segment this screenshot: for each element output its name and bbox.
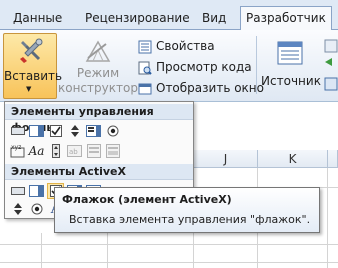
tab-view[interactable]: Вид: [197, 7, 231, 30]
properties-icon: [138, 40, 152, 54]
form-controls-header: Элементы управления формы: [5, 104, 193, 134]
view-code-icon: [138, 61, 152, 75]
view-code-button[interactable]: Просмотр кода: [138, 58, 252, 76]
grid-line: [0, 244, 338, 245]
form-button-icon[interactable]: [9, 123, 26, 139]
insert-controls-button[interactable]: Вставить ▼: [3, 33, 63, 99]
form-spinner-icon[interactable]: [66, 123, 83, 139]
form-label-icon[interactable]: Aa: [28, 143, 45, 159]
view-code-label: Просмотр кода: [156, 60, 252, 74]
activex-header: Элементы ActiveX: [5, 164, 193, 180]
form-combo-list-edit-icon: [85, 143, 102, 159]
tab-review[interactable]: Рецензирование: [80, 7, 195, 30]
form-group-box-icon[interactable]: xyz: [9, 143, 26, 159]
insert-label: Вставить: [4, 69, 63, 83]
tools-icon: [20, 38, 43, 63]
properties-button[interactable]: Свойства: [138, 37, 215, 55]
tab-developer[interactable]: Разработчик: [240, 6, 332, 30]
activex-toggle-button-icon[interactable]: [28, 201, 45, 217]
design-mode-label-2: конструктора: [58, 81, 146, 95]
column-header-k[interactable]: K: [258, 150, 328, 168]
form-text-field-icon: ab: [66, 143, 83, 159]
form-option-button-icon[interactable]: [104, 123, 121, 139]
form-combo-drop-down-edit-icon: [104, 143, 121, 159]
chevron-down-icon: ▼: [26, 85, 32, 93]
xml-map-icons[interactable]: [322, 38, 338, 98]
form-scroll-bar-icon[interactable]: [47, 143, 64, 159]
grid-line: [327, 168, 328, 268]
show-window-icon: [138, 82, 152, 96]
activex-combo-box-icon[interactable]: [28, 183, 45, 199]
show-window-button[interactable]: Отобразить окно: [138, 79, 264, 97]
design-mode-icon: [85, 40, 111, 62]
form-combo-box-icon[interactable]: [28, 123, 45, 139]
column-header-j[interactable]: J: [194, 150, 258, 168]
grid-line: [107, 233, 108, 268]
show-window-label: Отобразить окно: [156, 81, 264, 95]
tooltip-body: Вставка элемента управления "флажок".: [69, 213, 311, 226]
activex-command-button-icon[interactable]: [9, 183, 26, 199]
svg-text:xyz: xyz: [11, 144, 21, 151]
grid-line: [41, 233, 42, 268]
design-mode-button[interactable]: Режим конструктора: [58, 36, 146, 96]
form-list-box-icon[interactable]: [85, 123, 102, 139]
source-label: Источник: [261, 74, 321, 88]
tab-data[interactable]: Данные: [8, 7, 67, 30]
form-checkbox-icon[interactable]: [47, 123, 64, 139]
tooltip-title: Флажок (элемент ActiveX): [62, 193, 232, 206]
svg-text:ab: ab: [69, 148, 78, 156]
ribbon-group-separator: [256, 36, 257, 94]
properties-label: Свойства: [156, 39, 215, 53]
activex-scroll-bar-icon[interactable]: [9, 201, 26, 217]
tooltip: Флажок (элемент ActiveX) Вставка элемент…: [54, 187, 320, 233]
design-mode-label-1: Режим: [76, 66, 120, 80]
xml-source-icon: [277, 41, 303, 65]
grid-line: [0, 262, 338, 263]
column-header-partial[interactable]: [328, 150, 338, 168]
source-button[interactable]: Источник: [261, 36, 321, 96]
